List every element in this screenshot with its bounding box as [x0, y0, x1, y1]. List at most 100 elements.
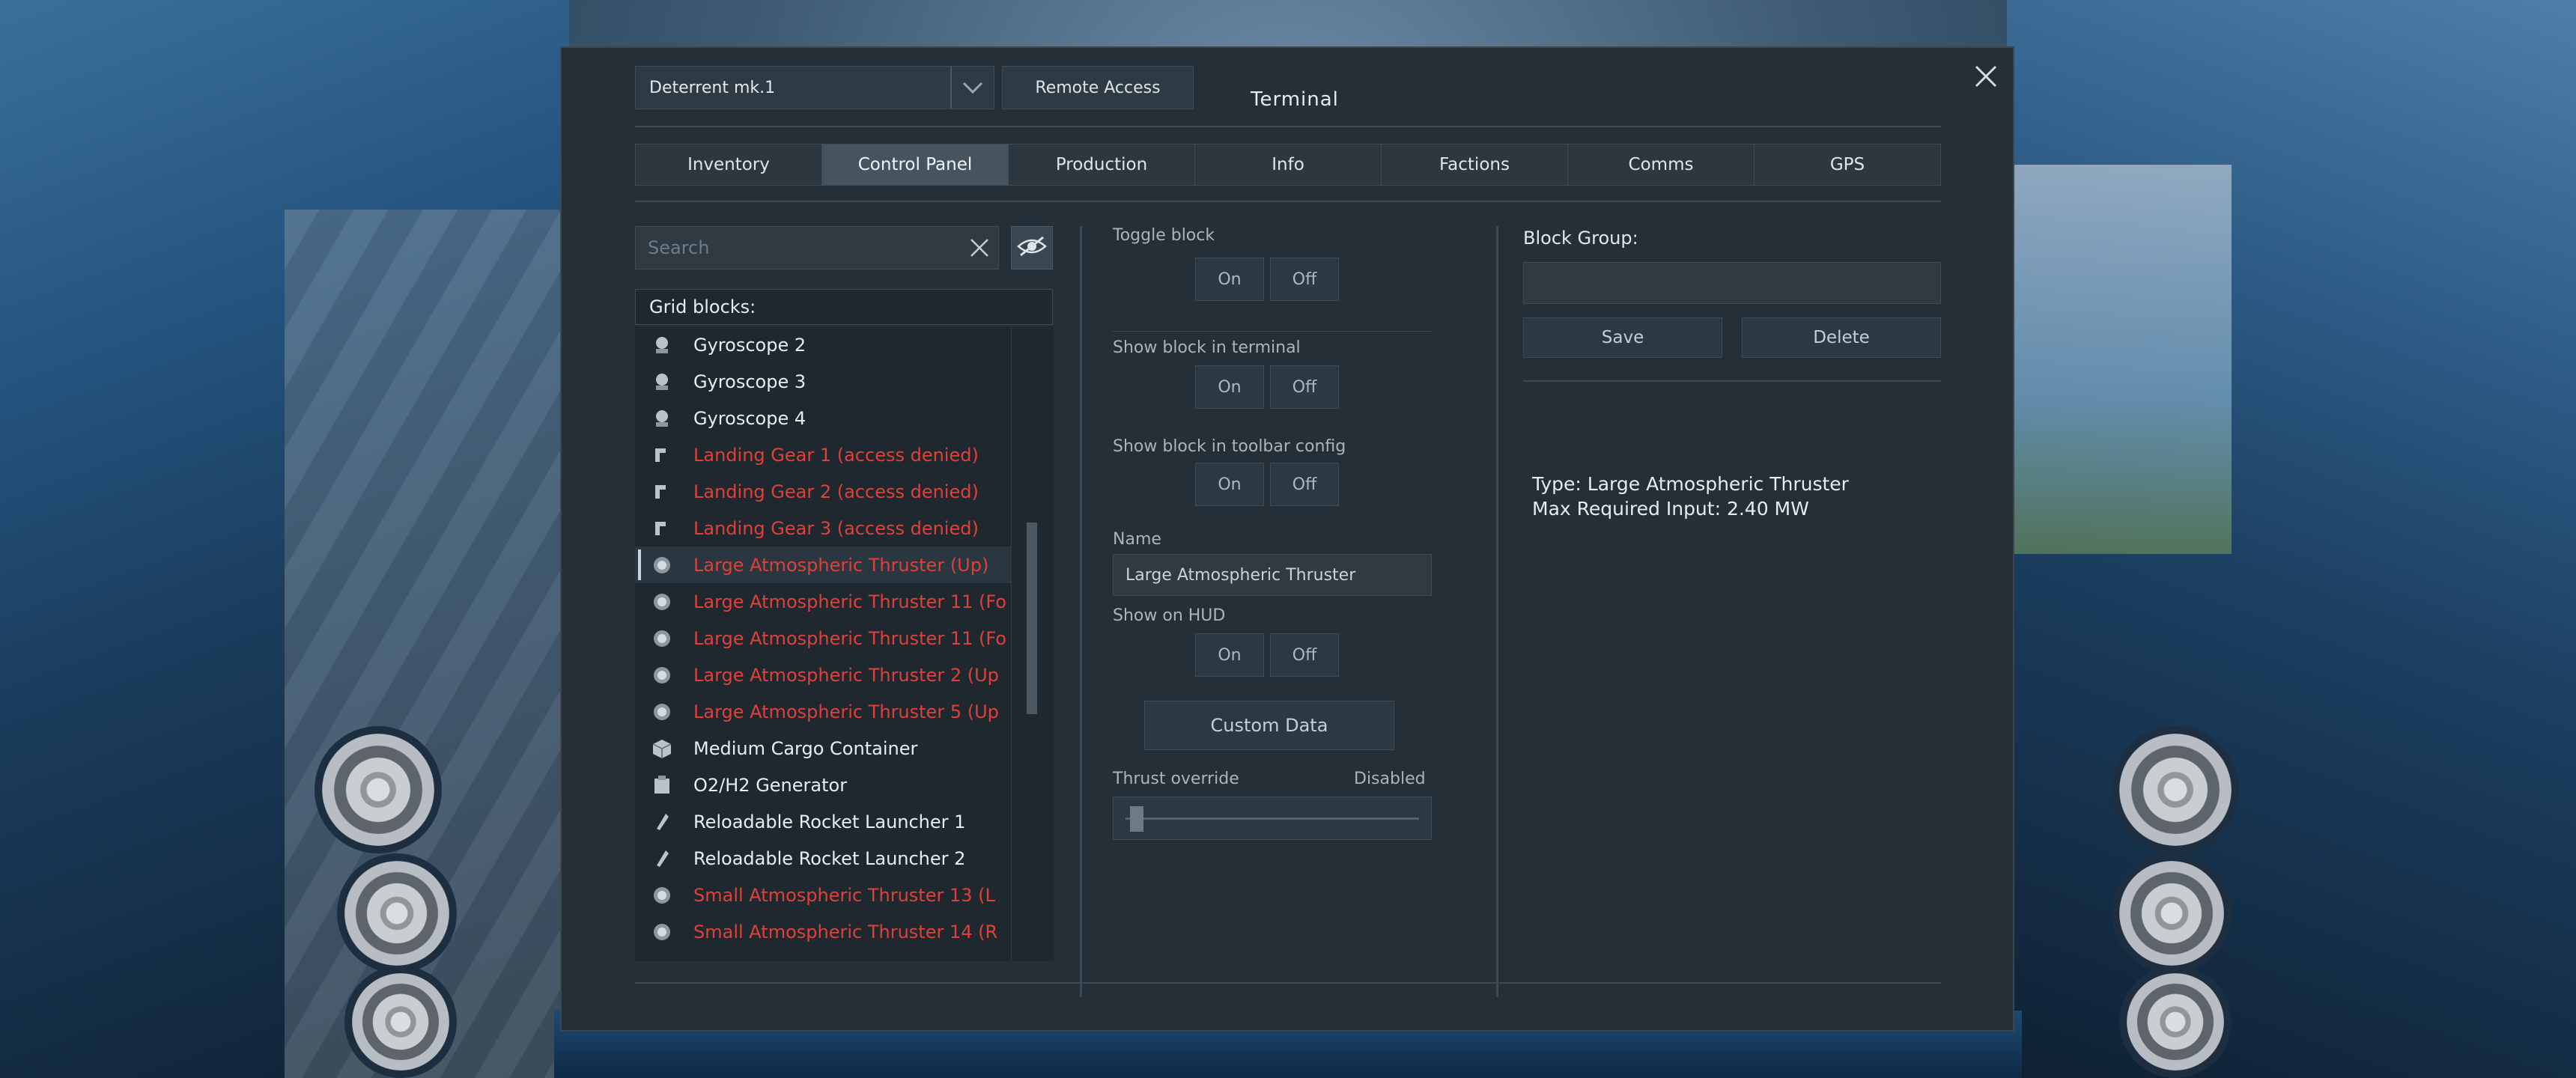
show-hud-label: Show on HUD [1113, 606, 1226, 625]
toggle-block-on-button[interactable]: On [1195, 258, 1264, 301]
list-item-label: Gyroscope 3 [693, 371, 806, 392]
list-item-label: Gyroscope 2 [693, 334, 806, 356]
thruster-icon [648, 625, 675, 652]
show-hud-on-button[interactable]: On [1195, 633, 1264, 677]
hide-blocks-toggle-button[interactable] [1011, 226, 1053, 270]
thrust-override-value: Disabled [1354, 770, 1426, 788]
background-right-cockpit [2007, 0, 2576, 1078]
delete-group-button[interactable]: Delete [1742, 317, 1941, 358]
terminal-window: Deterrent mk.1 Remote Access Terminal In… [560, 46, 2014, 1032]
list-item-label: Large Atmospheric Thruster 11 (Fo [693, 591, 1006, 612]
list-item[interactable]: Small Atmospheric Thruster 14 (R [635, 913, 1011, 950]
landing-gear-icon [648, 515, 675, 542]
list-item[interactable]: Large Atmospheric Thruster 11 (Fo [635, 620, 1011, 657]
turbine-decoration [322, 734, 434, 846]
list-item[interactable]: Landing Gear 3 (access denied) [635, 510, 1011, 546]
list-item-label: Small Atmospheric Thruster 13 (L [693, 884, 995, 906]
list-item-label: Reloadable Rocket Launcher 1 [693, 811, 966, 832]
thruster-icon [648, 919, 675, 945]
show-terminal-on-button[interactable]: On [1195, 365, 1264, 409]
controls-divider [1113, 331, 1432, 332]
show-toolbar-onoff: On Off [1195, 463, 1339, 506]
show-toolbar-on-button[interactable]: On [1195, 463, 1264, 506]
turbine-decoration [2127, 973, 2224, 1071]
gyroscope-icon [648, 332, 675, 359]
list-item-label: Large Atmospheric Thruster 2 (Up [693, 664, 999, 686]
remote-access-button[interactable]: Remote Access [1002, 66, 1194, 109]
tabs-divider [635, 201, 1941, 202]
group-divider [1523, 380, 1941, 382]
list-item[interactable]: Reloadable Rocket Launcher 1 [635, 803, 1011, 840]
list-item-label: Small Atmospheric Thruster 14 (R [693, 921, 998, 943]
list-item-label: Landing Gear 1 (access denied) [693, 444, 979, 466]
name-label: Name [1113, 530, 1161, 549]
block-list: Gyroscope 2 Gyroscope 3 Gyroscope 4 Landing… [635, 326, 1011, 961]
show-terminal-off-button[interactable]: Off [1270, 365, 1339, 409]
list-item[interactable]: Reloadable Rocket Launcher 2 [635, 840, 1011, 877]
show-hud-off-button[interactable]: Off [1270, 633, 1339, 677]
clear-search-icon[interactable] [961, 237, 998, 258]
thrust-override-label: Thrust override [1113, 770, 1239, 788]
rocket-launcher-icon [648, 808, 675, 835]
generator-icon [648, 772, 675, 799]
list-item[interactable]: Large Atmospheric Thruster 11 (Fo [635, 583, 1011, 620]
landing-gear-icon [648, 442, 675, 469]
list-item[interactable]: Gyroscope 4 [635, 400, 1011, 436]
eye-slash-icon [1016, 234, 1048, 261]
custom-data-button[interactable]: Custom Data [1144, 701, 1394, 750]
rocket-launcher-icon [648, 845, 675, 872]
tab-factions[interactable]: Factions [1382, 144, 1568, 185]
tab-gps[interactable]: GPS [1755, 144, 1940, 185]
slider-rail [1126, 817, 1419, 820]
cargo-container-icon [648, 735, 675, 762]
toggle-block-off-button[interactable]: Off [1270, 258, 1339, 301]
list-item[interactable]: Large Atmospheric Thruster 5 (Up [635, 693, 1011, 730]
show-terminal-onoff: On Off [1195, 365, 1339, 409]
toggle-block-label: Toggle block [1113, 226, 1215, 245]
slider-knob[interactable] [1130, 806, 1143, 832]
close-icon[interactable] [1969, 60, 2002, 93]
save-group-button[interactable]: Save [1523, 317, 1722, 358]
chevron-down-icon[interactable] [950, 67, 994, 109]
list-item[interactable]: O2/H2 Generator [635, 767, 1011, 803]
scrollbar-thumb[interactable] [1027, 523, 1037, 714]
thrust-override-slider[interactable] [1113, 797, 1432, 840]
footer-divider [635, 982, 1941, 984]
ship-selector-value: Deterrent mk.1 [649, 78, 776, 97]
tab-control-panel[interactable]: Control Panel [822, 144, 1009, 185]
block-type-text: Type: Large Atmospheric Thruster [1532, 473, 1849, 495]
thruster-icon [648, 882, 675, 909]
list-item[interactable]: Large Atmospheric Thruster 2 (Up [635, 657, 1011, 693]
page-title: Terminal [1251, 88, 1339, 111]
block-group-input[interactable] [1523, 262, 1941, 304]
list-item[interactable]: Landing Gear 2 (access denied) [635, 473, 1011, 510]
list-item-label: Medium Cargo Container [693, 737, 918, 759]
thruster-icon [648, 698, 675, 725]
show-toolbar-off-button[interactable]: Off [1270, 463, 1339, 506]
block-name-field[interactable]: Large Atmospheric Thruster [1113, 554, 1432, 596]
tab-comms[interactable]: Comms [1568, 144, 1755, 185]
tab-inventory[interactable]: Inventory [636, 144, 822, 185]
list-item-label: Landing Gear 3 (access denied) [693, 517, 979, 539]
block-list-scrollbar[interactable] [1011, 326, 1054, 961]
list-item[interactable]: Small Atmospheric Thruster 13 (L [635, 877, 1011, 913]
turbine-decoration [352, 973, 449, 1071]
tab-production[interactable]: Production [1009, 144, 1195, 185]
list-item[interactable]: Landing Gear 1 (access denied) [635, 436, 1011, 473]
ship-selector-dropdown[interactable]: Deterrent mk.1 [635, 66, 994, 109]
search-input[interactable] [636, 237, 961, 259]
list-item[interactable]: Medium Cargo Container [635, 730, 1011, 767]
background-left-cockpit [0, 0, 569, 1078]
grid-blocks-header: Grid blocks: [635, 289, 1053, 325]
list-item-label: Large Atmospheric Thruster (Up) [693, 554, 989, 576]
list-item[interactable]: Large Atmospheric Thruster (Up) [635, 546, 1011, 583]
turbine-decoration [2119, 734, 2232, 846]
show-toolbar-label: Show block in toolbar config [1113, 437, 1346, 456]
list-item[interactable]: Gyroscope 3 [635, 363, 1011, 400]
list-item[interactable]: Gyroscope 2 [635, 326, 1011, 363]
tab-info[interactable]: Info [1195, 144, 1382, 185]
gyroscope-icon [648, 405, 675, 432]
list-item-label: Large Atmospheric Thruster 5 (Up [693, 701, 999, 722]
header-divider [635, 126, 1941, 127]
turbine-decoration [344, 861, 449, 966]
